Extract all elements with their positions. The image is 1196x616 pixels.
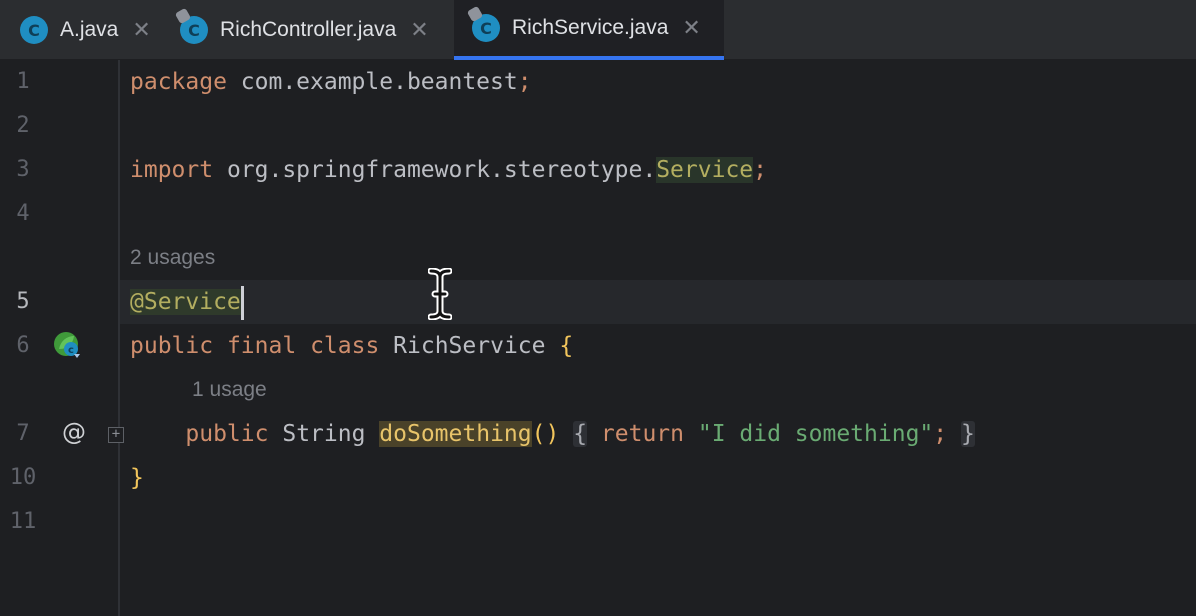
svg-text:c: c xyxy=(68,345,74,356)
tab-label: A.java xyxy=(60,18,119,41)
code-line-6[interactable]: public final class RichService { xyxy=(130,324,573,368)
code-line-10[interactable]: } xyxy=(130,456,144,500)
current-line-highlight xyxy=(120,280,1196,324)
code-editor[interactable]: package com.example.beantest; import org… xyxy=(120,60,1196,616)
editor-tab-bar: C A.java ✕ C RichController.java ✕ C Ric… xyxy=(0,0,1196,60)
close-icon[interactable]: ✕ xyxy=(410,18,428,43)
tab-richcontroller-java[interactable]: C RichController.java ✕ xyxy=(160,0,454,60)
tab-label: RichService.java xyxy=(512,16,669,39)
line-number: 7 xyxy=(16,421,30,446)
tab-richservice-java[interactable]: C RichService.java ✕ xyxy=(454,0,724,60)
line-number: 4 xyxy=(16,201,30,226)
line-number: 3 xyxy=(16,157,30,182)
line-number: 2 xyxy=(16,113,30,138)
code-line-3[interactable]: import org.springframework.stereotype.Se… xyxy=(130,148,767,192)
java-class-icon: C xyxy=(20,16,48,44)
close-icon[interactable]: ✕ xyxy=(682,16,700,41)
text-caret xyxy=(240,285,244,320)
line-number: 1 xyxy=(16,69,30,94)
java-class-icon: C xyxy=(466,5,500,42)
java-class-icon: C xyxy=(174,7,208,44)
code-line-7[interactable]: public String doSomething() { return "I … xyxy=(130,412,975,456)
line-number: 6 xyxy=(16,333,30,358)
tab-label: RichController.java xyxy=(220,18,397,41)
text-cursor-icon xyxy=(428,268,452,320)
code-line-5[interactable]: @Service xyxy=(130,280,244,324)
spring-bean-icon[interactable]: c xyxy=(52,330,80,358)
usages-hint[interactable]: 1 usage xyxy=(192,368,267,412)
line-number: 11 xyxy=(9,509,37,534)
at-icon[interactable]: @ xyxy=(62,418,86,446)
code-line-1[interactable]: package com.example.beantest; xyxy=(130,60,532,104)
usages-hint[interactable]: 2 usages xyxy=(130,236,215,280)
editor-gutter[interactable]: 1 2 3 4 5 6 7 10 11 c @ + xyxy=(0,60,124,616)
line-number-current: 5 xyxy=(16,289,30,314)
tab-a-java[interactable]: C A.java ✕ xyxy=(0,0,160,60)
line-number: 10 xyxy=(9,465,37,490)
close-icon[interactable]: ✕ xyxy=(132,18,150,43)
